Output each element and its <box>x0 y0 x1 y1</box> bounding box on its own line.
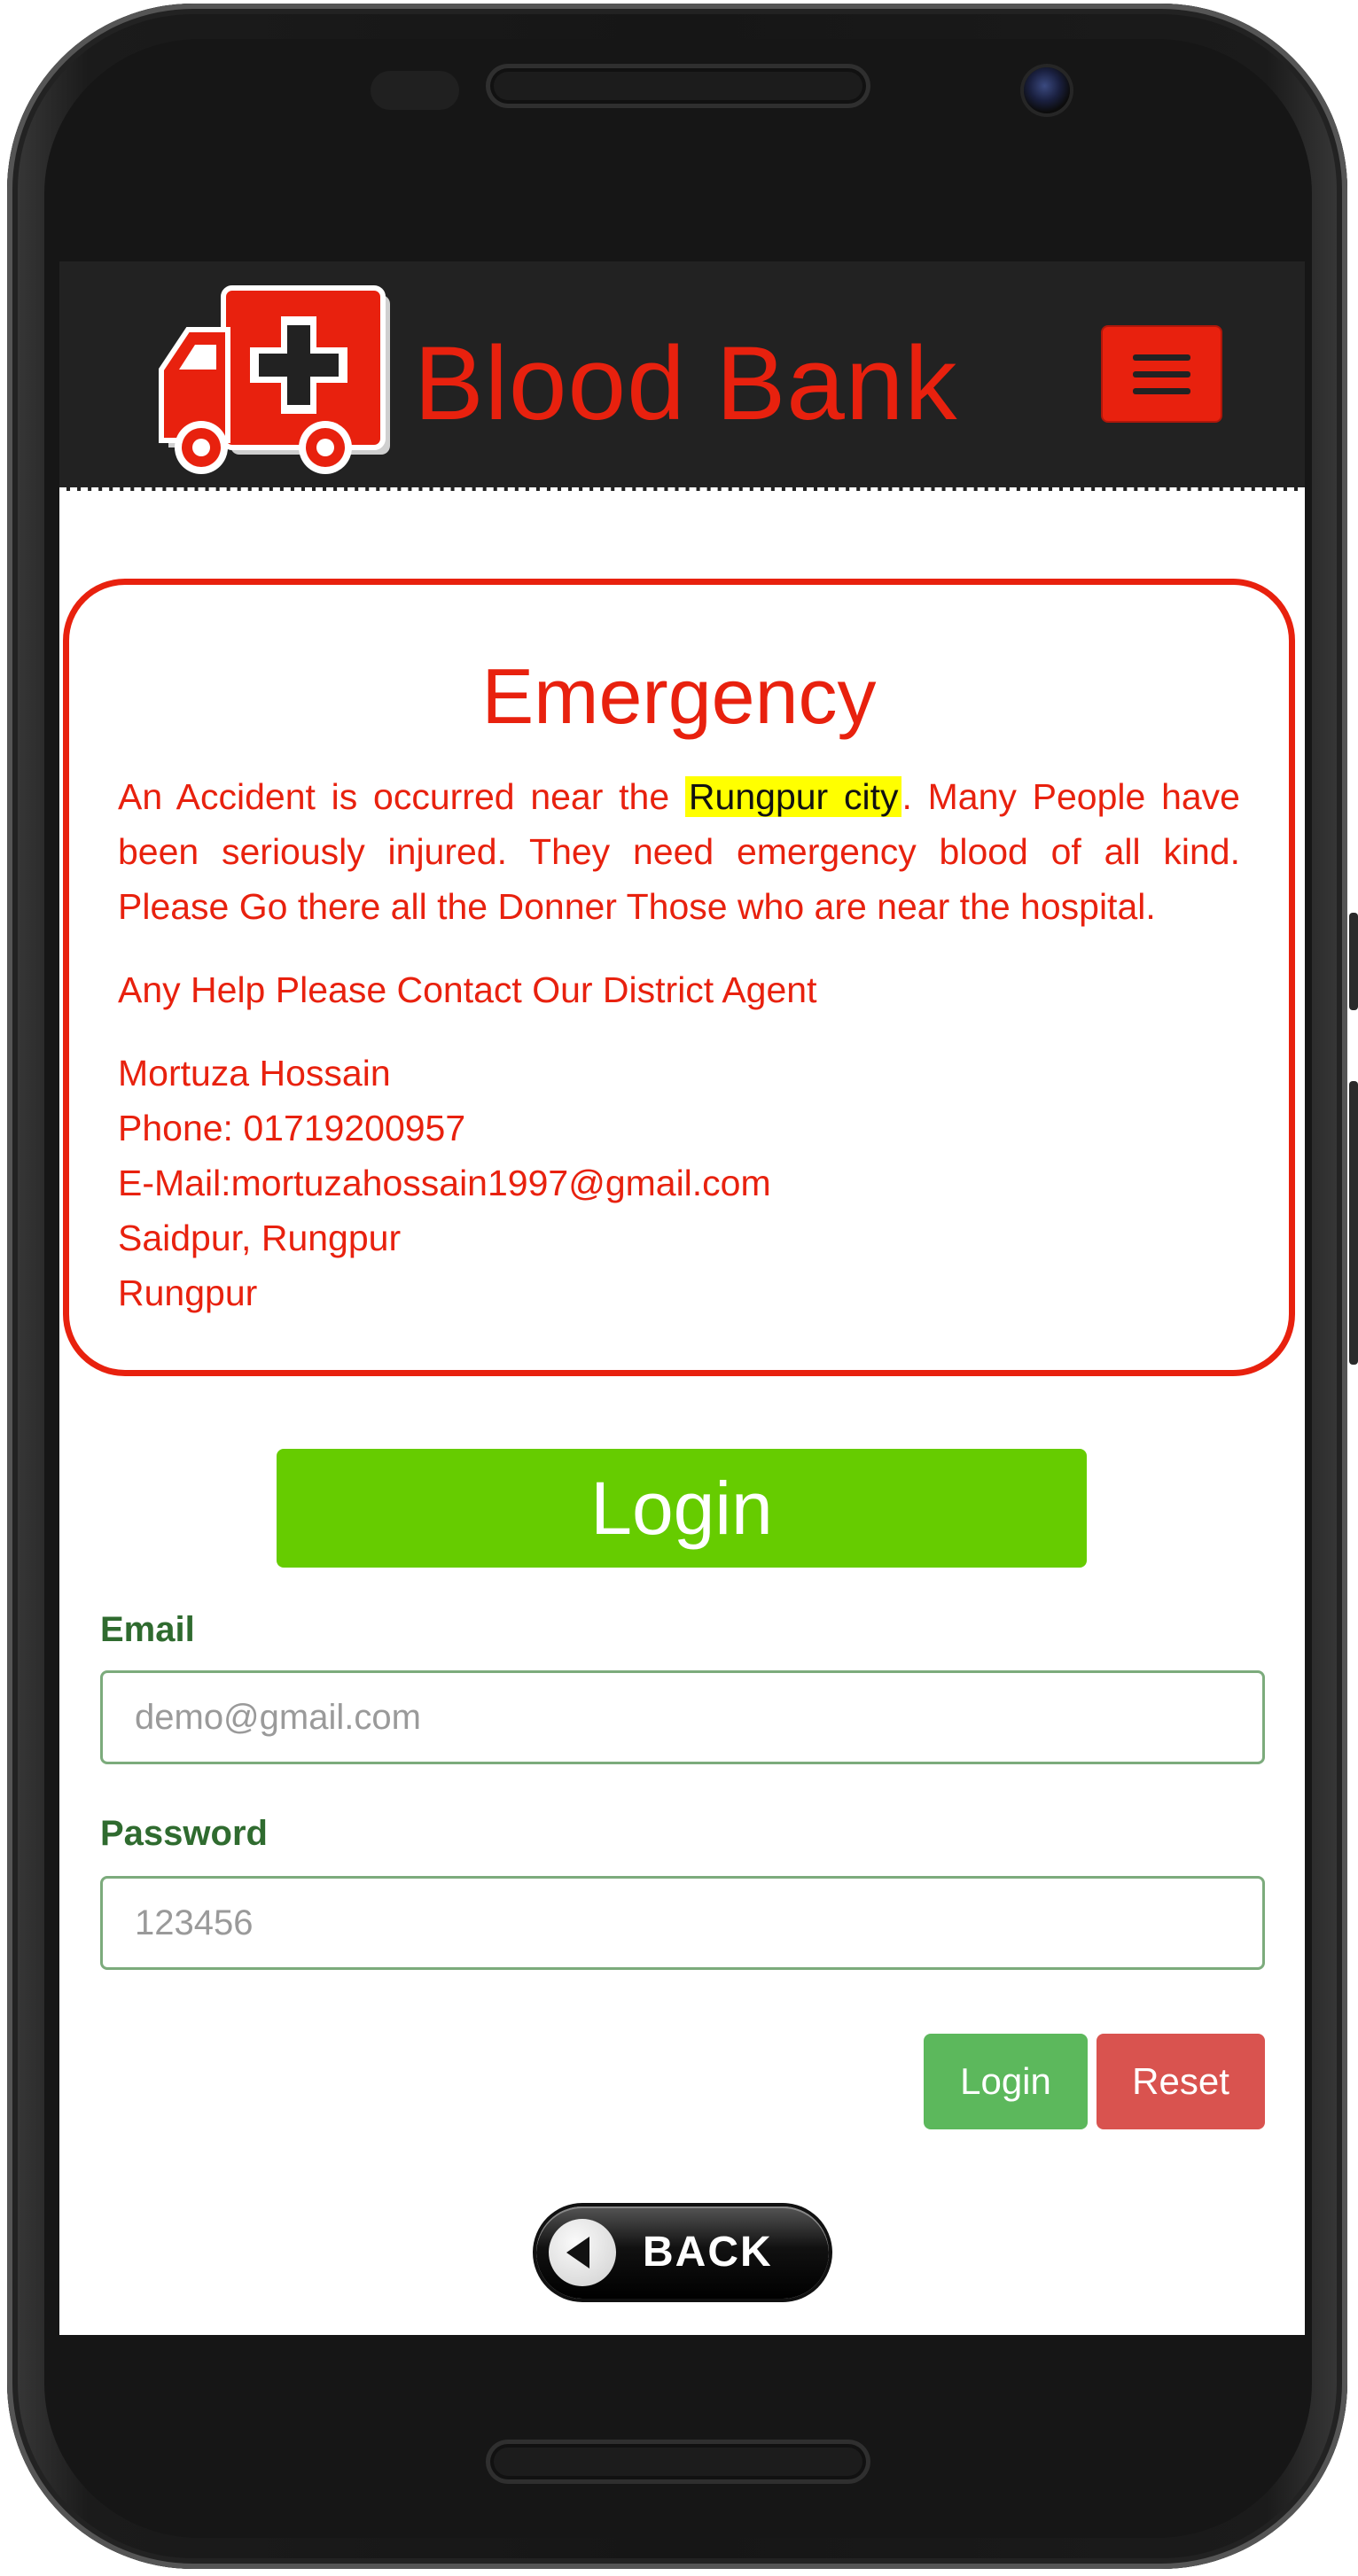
volume-button <box>1349 913 1358 1010</box>
hamburger-menu-icon[interactable] <box>1101 325 1222 423</box>
password-label: Password <box>100 1814 268 1853</box>
agent-name: Mortuza Hossain <box>118 1053 391 1093</box>
front-camera-icon <box>1024 67 1070 113</box>
agent-district: Rungpur <box>118 1272 258 1313</box>
proximity-sensor <box>371 71 459 110</box>
message-text: An Accident is occurred near the <box>118 776 670 817</box>
back-arrow-icon <box>549 2219 616 2286</box>
emergency-body: An Accident is occurred near the Rungpur… <box>118 769 1240 1320</box>
agent-phone: Phone: 01719200957 <box>118 1108 466 1148</box>
agent-address: Saidpur, Rungpur <box>118 1218 402 1258</box>
earpiece-speaker <box>486 64 870 108</box>
emergency-title: Emergency <box>481 652 877 740</box>
highlighted-location: Rungpur city <box>684 776 902 817</box>
agent-details: Mortuza Hossain Phone: 01719200957 E-Mai… <box>118 1046 1240 1320</box>
emergency-notice: Emergency An Accident is occurred near t… <box>63 579 1295 1376</box>
login-heading: Login <box>277 1449 1087 1568</box>
email-field[interactable] <box>100 1670 1265 1764</box>
brand-title: Blood Bank <box>414 325 958 442</box>
back-button-label: BACK <box>643 2229 773 2276</box>
power-button <box>1349 1081 1358 1365</box>
emergency-message: An Accident is occurred near the Rungpur… <box>118 769 1240 934</box>
contact-prompt: Any Help Please Contact Our District Age… <box>118 969 817 1010</box>
password-field[interactable] <box>100 1876 1265 1970</box>
ambulance-icon <box>159 285 390 474</box>
app-header: Blood Bank <box>59 261 1305 491</box>
reset-button[interactable]: Reset <box>1097 2034 1265 2129</box>
back-button[interactable]: BACK <box>536 2206 829 2299</box>
bottom-speaker <box>486 2440 870 2484</box>
app-screen: Blood Bank Emergency An Accident is occu… <box>59 261 1305 2335</box>
login-button[interactable]: Login <box>924 2034 1088 2129</box>
agent-email: E-Mail:mortuzahossain1997@gmail.com <box>118 1163 771 1203</box>
email-label: Email <box>100 1610 195 1649</box>
